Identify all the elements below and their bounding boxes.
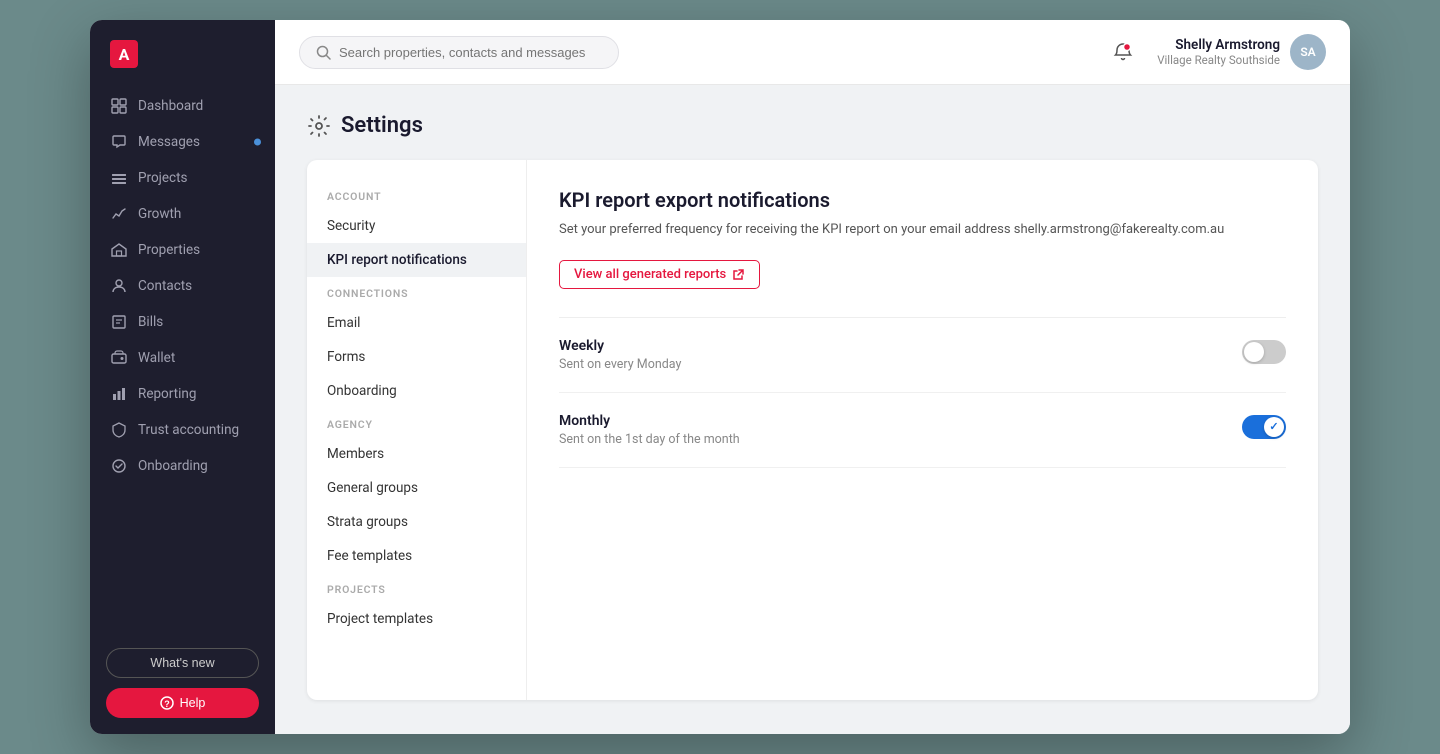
- header-right: Shelly Armstrong Village Realty Southsid…: [1105, 34, 1326, 70]
- sidebar-label-growth: Growth: [138, 206, 181, 222]
- weekly-toggle-switch[interactable]: [1242, 340, 1286, 364]
- app-container: A Dashboard: [90, 20, 1350, 734]
- user-menu[interactable]: Shelly Armstrong Village Realty Southsid…: [1157, 34, 1326, 70]
- sidebar: A Dashboard: [90, 20, 275, 734]
- settings-nav-email[interactable]: Email: [307, 306, 526, 340]
- sidebar-item-reporting[interactable]: Reporting: [90, 376, 275, 412]
- growth-icon: [110, 205, 128, 223]
- weekly-toggle-knob: [1244, 342, 1264, 362]
- help-label: Help: [180, 696, 206, 710]
- settings-nav-members[interactable]: Members: [307, 437, 526, 471]
- user-company: Village Realty Southside: [1157, 53, 1280, 67]
- section-label-agency: AGENCY: [307, 408, 526, 437]
- view-reports-label: View all generated reports: [574, 267, 726, 282]
- sidebar-label-onboarding: Onboarding: [138, 458, 208, 474]
- settings-nav-fee-templates[interactable]: Fee templates: [307, 539, 526, 573]
- sidebar-item-onboarding[interactable]: Onboarding: [90, 448, 275, 484]
- search-input[interactable]: [339, 45, 602, 60]
- settings-nav-general-groups[interactable]: General groups: [307, 471, 526, 505]
- projects-icon: [110, 169, 128, 187]
- settings-nav-security[interactable]: Security: [307, 209, 526, 243]
- onboarding-icon: [110, 457, 128, 475]
- settings-gear-icon: [307, 114, 331, 138]
- settings-nav-project-templates[interactable]: Project templates: [307, 602, 526, 636]
- sidebar-label-wallet: Wallet: [138, 350, 175, 366]
- sidebar-item-dashboard[interactable]: Dashboard: [90, 88, 275, 124]
- search-icon: [316, 45, 331, 60]
- trust-icon: [110, 421, 128, 439]
- svg-text:?: ?: [164, 699, 170, 709]
- weekly-toggle-label: Weekly: [559, 338, 681, 354]
- weekly-toggle-sublabel: Sent on every Monday: [559, 357, 681, 372]
- search-bar[interactable]: [299, 36, 619, 69]
- avatar: SA: [1290, 34, 1326, 70]
- weekly-toggle-row: Weekly Sent on every Monday: [559, 318, 1286, 393]
- monthly-toggle-info: Monthly Sent on the 1st day of the month: [559, 413, 740, 447]
- help-button[interactable]: ? Help: [106, 688, 259, 718]
- whats-new-button[interactable]: What's new: [106, 648, 259, 678]
- sidebar-item-properties[interactable]: Properties: [90, 232, 275, 268]
- sidebar-item-growth[interactable]: Growth: [90, 196, 275, 232]
- sidebar-label-reporting: Reporting: [138, 386, 196, 402]
- settings-panel: ACCOUNT Security KPI report notification…: [307, 160, 1318, 700]
- sidebar-item-wallet[interactable]: Wallet: [90, 340, 275, 376]
- sidebar-label-messages: Messages: [138, 134, 200, 150]
- sidebar-logo: A: [90, 20, 275, 84]
- monthly-toggle-sublabel: Sent on the 1st day of the month: [559, 432, 740, 447]
- sidebar-label-bills: Bills: [138, 314, 163, 330]
- page-title: Settings: [341, 113, 423, 138]
- external-link-icon: [732, 268, 745, 281]
- monthly-toggle-label: Monthly: [559, 413, 740, 429]
- kpi-section-description: Set your preferred frequency for receivi…: [559, 220, 1286, 240]
- monthly-toggle-row: Monthly Sent on the 1st day of the month…: [559, 393, 1286, 468]
- sidebar-item-projects[interactable]: Projects: [90, 160, 275, 196]
- properties-icon: [110, 241, 128, 259]
- user-text: Shelly Armstrong Village Realty Southsid…: [1157, 37, 1280, 67]
- sidebar-bottom: What's new ? Help: [90, 632, 275, 734]
- reporting-icon: [110, 385, 128, 403]
- settings-nav-onboarding[interactable]: Onboarding: [307, 374, 526, 408]
- sidebar-item-trust-accounting[interactable]: Trust accounting: [90, 412, 275, 448]
- page-header: Settings: [307, 113, 1318, 138]
- section-label-account: ACCOUNT: [307, 180, 526, 209]
- bills-icon: [110, 313, 128, 331]
- sidebar-label-contacts: Contacts: [138, 278, 192, 294]
- monthly-toggle-switch[interactable]: ✓: [1242, 415, 1286, 439]
- dashboard-icon: [110, 97, 128, 115]
- notifications-button[interactable]: [1105, 34, 1141, 70]
- messages-notification-dot: [254, 139, 261, 146]
- user-name: Shelly Armstrong: [1157, 37, 1280, 53]
- sidebar-label-dashboard: Dashboard: [138, 98, 203, 114]
- weekly-toggle-info: Weekly Sent on every Monday: [559, 338, 681, 372]
- sidebar-item-contacts[interactable]: Contacts: [90, 268, 275, 304]
- settings-nav-strata-groups[interactable]: Strata groups: [307, 505, 526, 539]
- monthly-toggle-knob: ✓: [1264, 417, 1284, 437]
- settings-nav-kpi-notifications[interactable]: KPI report notifications: [307, 243, 526, 277]
- sidebar-label-trust-accounting: Trust accounting: [138, 422, 239, 438]
- help-circle-icon: ?: [160, 696, 174, 710]
- sidebar-item-messages[interactable]: Messages: [90, 124, 275, 160]
- sidebar-label-projects: Projects: [138, 170, 188, 186]
- section-label-projects: PROJECTS: [307, 573, 526, 602]
- wallet-icon: [110, 349, 128, 367]
- logo-icon: A: [110, 40, 138, 68]
- kpi-section-title: KPI report export notifications: [559, 188, 1286, 212]
- settings-nav-forms[interactable]: Forms: [307, 340, 526, 374]
- page-content: Settings ACCOUNT Security KPI report not…: [275, 85, 1350, 734]
- settings-sidebar: ACCOUNT Security KPI report notification…: [307, 160, 527, 700]
- main-content: Shelly Armstrong Village Realty Southsid…: [275, 20, 1350, 734]
- view-reports-link[interactable]: View all generated reports: [559, 260, 760, 289]
- messages-icon: [110, 133, 128, 151]
- section-label-connections: CONNECTIONS: [307, 277, 526, 306]
- sidebar-item-bills[interactable]: Bills: [90, 304, 275, 340]
- header: Shelly Armstrong Village Realty Southsid…: [275, 20, 1350, 85]
- sidebar-label-properties: Properties: [138, 242, 200, 258]
- contacts-icon: [110, 277, 128, 295]
- sidebar-nav: Dashboard Messages: [90, 84, 275, 632]
- settings-main-panel: KPI report export notifications Set your…: [527, 160, 1318, 700]
- toggle-check-icon: ✓: [1269, 420, 1278, 433]
